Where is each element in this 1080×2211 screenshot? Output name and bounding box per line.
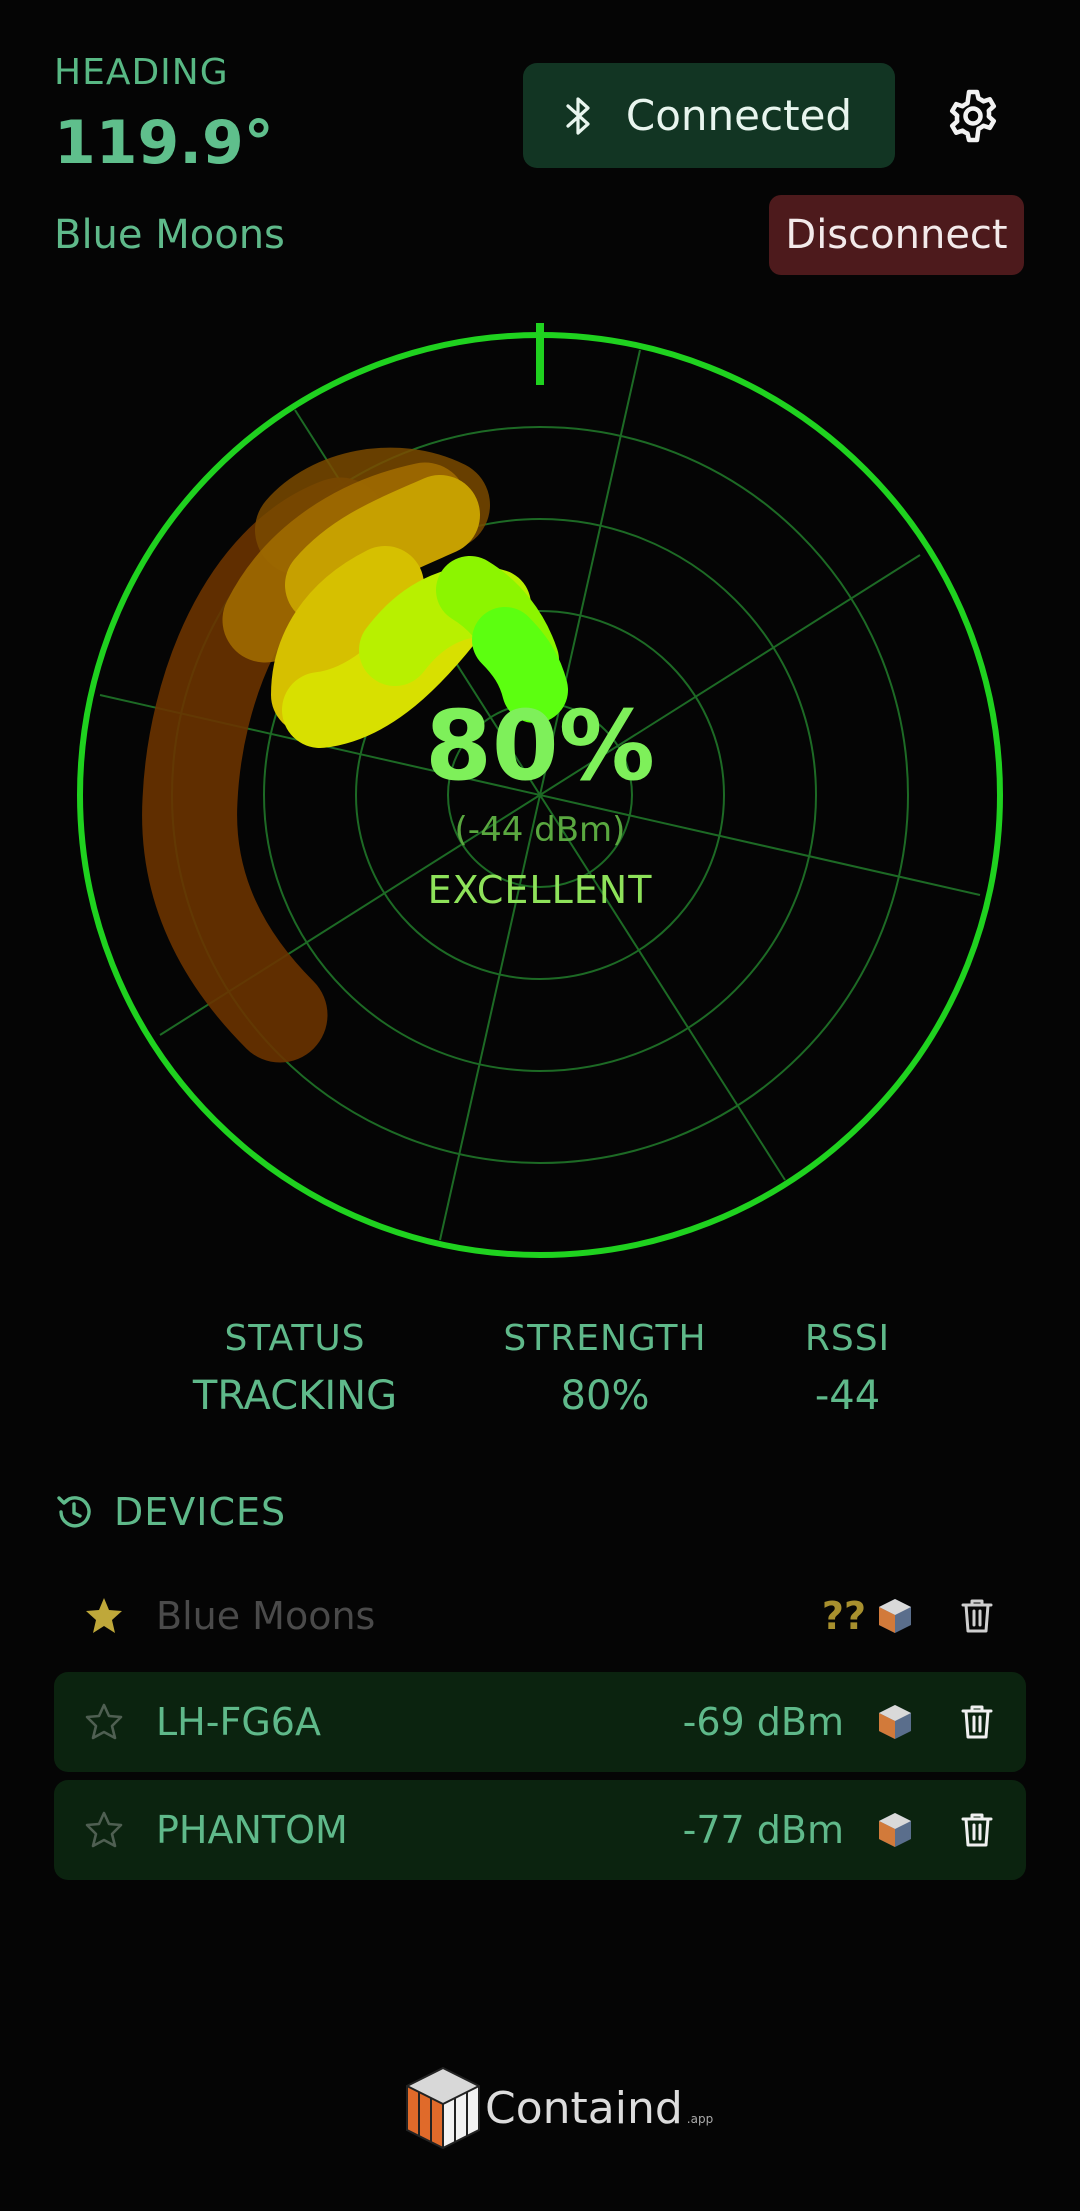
rssi-label: RSSI [804,1318,891,1359]
status-stat: STATUS TRACKING [165,1318,425,1419]
strength-stat: STRENGTH 80% [480,1318,730,1419]
containd-logo: Containd .app [405,2066,713,2150]
device-rssi: ?? [821,1594,866,1638]
connection-status-button[interactable]: Connected [523,63,895,168]
device-row-phantom[interactable]: PHANTOM -77 dBm [54,1780,1026,1880]
heading-value: 119.9° [54,108,274,178]
signal-dbm: (-44 dBm) [454,810,626,850]
signal-quality: EXCELLENT [427,868,653,912]
history-icon [57,1496,91,1528]
logo-wordmark: Containd [485,2082,683,2134]
device-rssi: -77 dBm [682,1808,844,1852]
logo-suffix: .app [686,2112,714,2126]
devices-header: DEVICES [54,1490,286,1534]
rssi-stat: RSSI -44 [765,1318,930,1419]
device-row-blue-moons[interactable]: Blue Moons ?? [54,1566,1026,1666]
status-label: STATUS [224,1318,366,1359]
disconnect-button[interactable]: Disconnect [769,195,1024,275]
connection-status-label: Connected [625,91,853,140]
star-filled-icon[interactable] [84,1596,124,1636]
connected-device-name: Blue Moons [54,212,285,258]
heading-label: HEADING [54,52,229,93]
container-logo-icon [879,1705,911,1739]
container-logo-icon [879,1813,911,1847]
device-name: PHANTOM [156,1808,348,1852]
north-marker [536,323,544,385]
device-row-lh-fg6a[interactable]: LH-FG6A -69 dBm [54,1672,1026,1772]
star-outline-icon[interactable] [84,1810,124,1850]
container-logo-icon [879,1599,911,1633]
strength-value: 80% [560,1373,650,1419]
star-outline-icon[interactable] [84,1702,124,1742]
device-rssi: -69 dBm [682,1700,844,1744]
device-name: LH-FG6A [156,1700,321,1744]
rssi-value: -44 [814,1373,881,1419]
gear-icon[interactable] [945,88,1001,144]
trash-icon[interactable] [960,1704,994,1740]
device-name: Blue Moons [156,1594,376,1638]
devices-title: DEVICES [114,1490,287,1534]
containd-cube-logo [406,2066,480,2150]
strength-label: STRENGTH [503,1318,707,1359]
status-value: TRACKING [192,1373,398,1419]
bluetooth-icon [566,96,590,135]
trash-icon[interactable] [960,1598,994,1634]
trash-icon[interactable] [960,1812,994,1848]
signal-percent: 80% [425,690,655,802]
